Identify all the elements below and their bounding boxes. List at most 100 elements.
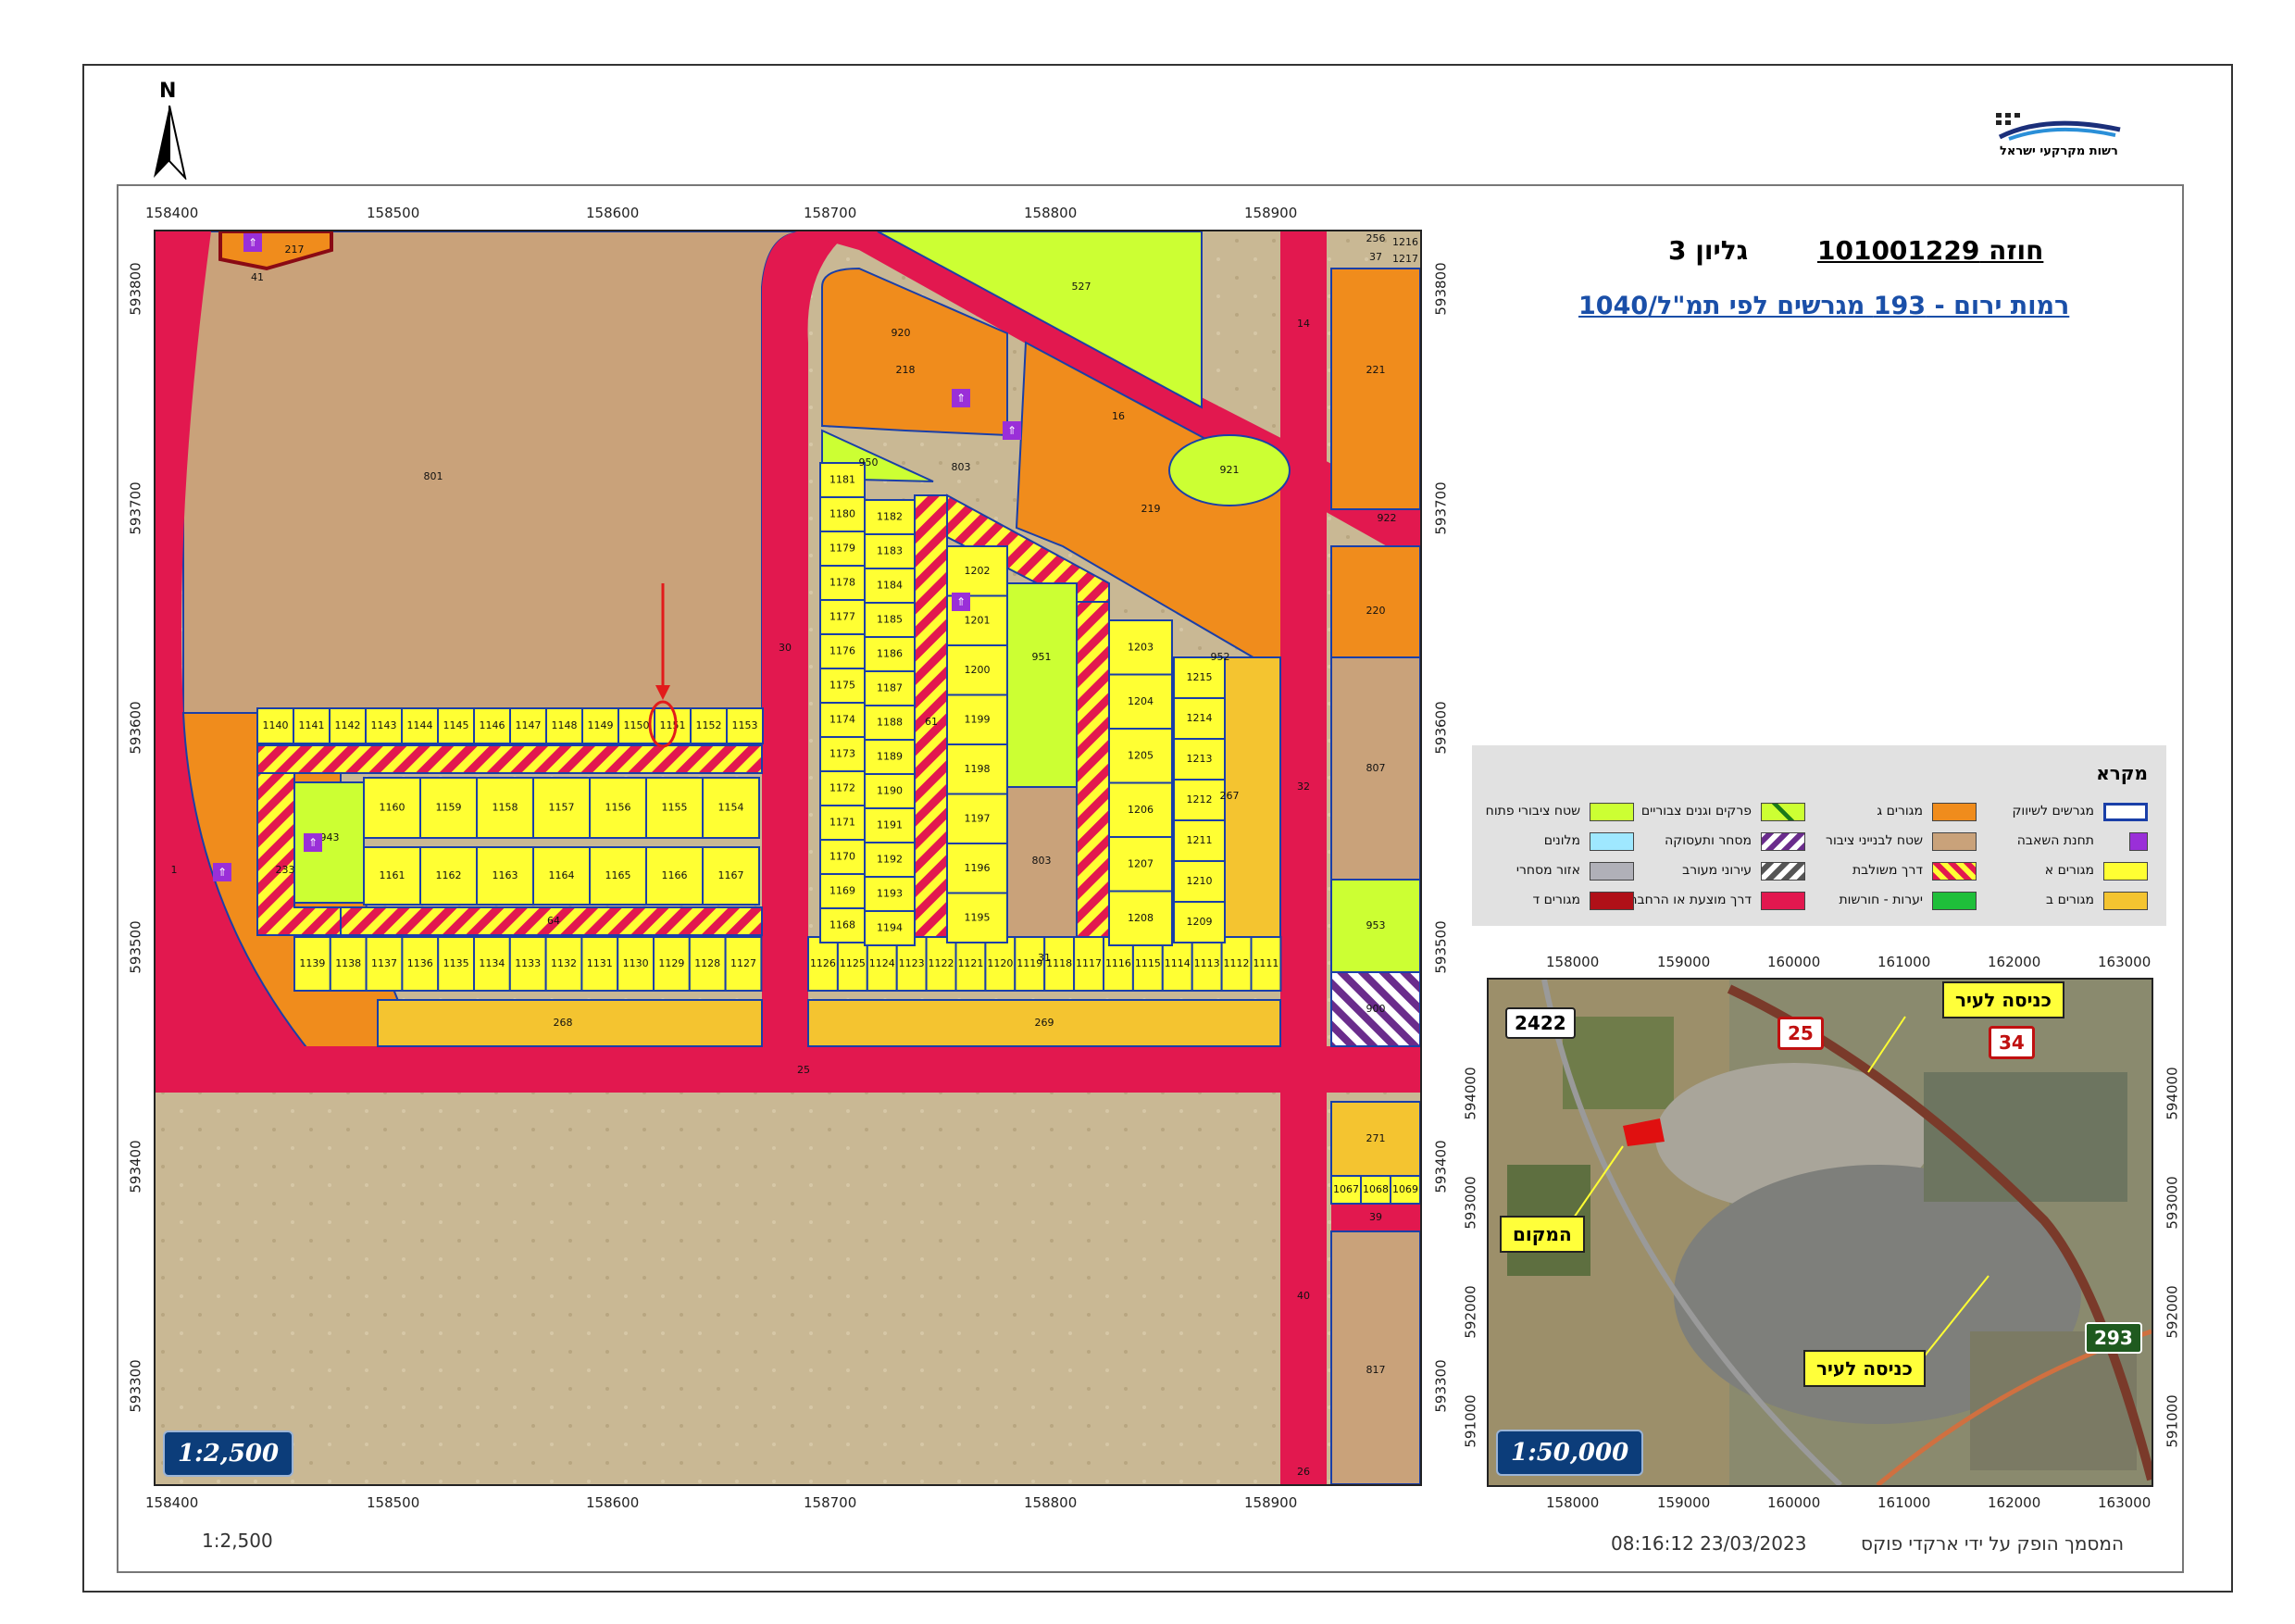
road-shield-34: 34	[1989, 1026, 2035, 1059]
legend-item: מסחר ותעסוקה	[1643, 831, 1805, 855]
lot-label: 1141	[299, 719, 325, 731]
parcel-label: 922	[1378, 512, 1397, 524]
y-tick: 593400	[127, 1140, 144, 1193]
lot-label: 1174	[829, 714, 855, 726]
lot-label: 1171	[829, 817, 855, 829]
lot-label: 1115	[1135, 957, 1161, 969]
y-tick: 593600	[127, 701, 144, 755]
inset-scale-badge: 1:50,000	[1496, 1430, 1644, 1476]
inset-x-tick: 160000	[1767, 954, 1821, 970]
legend-label: מגורים ג	[1877, 804, 1923, 818]
parcel-label: 921	[1220, 464, 1240, 476]
plan-map-canvas[interactable]: 1140 1141 1142 1143 1144 1145 1146 1147 1148 1149…	[156, 231, 1420, 1484]
parcel-817[interactable]	[1330, 1230, 1420, 1484]
inset-x-tick-bottom: 160000	[1767, 1494, 1821, 1511]
legend-swatch	[1761, 803, 1805, 821]
parcel-951[interactable]	[1006, 582, 1078, 788]
lot-label: 1148	[552, 719, 578, 731]
location-inset-map[interactable]: כניסה לעיר כניסה לעיר המקום 2422 25 34 2…	[1487, 978, 2153, 1487]
plan-subtitle[interactable]: רמות ירום - 193 מגרשים לפי תמ"ל/1040	[1578, 292, 2069, 320]
lot-label: 1112	[1224, 957, 1250, 969]
lot-label: 1163	[493, 869, 518, 881]
lot-label: 1121	[957, 957, 983, 969]
parcel-label: 269	[1035, 1017, 1054, 1029]
svg-text:⇑: ⇑	[956, 392, 966, 405]
pump-station-icon: ⇑	[952, 593, 970, 611]
parcel-label: 953	[1366, 919, 1386, 931]
north-arrow-icon	[154, 106, 187, 180]
legend-swatch	[1761, 832, 1805, 851]
legend-label: מגורים ד	[1532, 893, 1580, 907]
x-tick: 158900	[1244, 205, 1298, 221]
lot-label: 1135	[443, 957, 469, 969]
y-tick-right: 593700	[1432, 481, 1450, 535]
sheet-label: גליון 3	[1668, 235, 1749, 266]
main-plan-map[interactable]: 1140 1141 1142 1143 1144 1145 1146 1147 1148 1149…	[154, 230, 1422, 1486]
lot-label: 1132	[551, 957, 577, 969]
parcel-221[interactable]	[1330, 268, 1420, 510]
x-tick-bottom: 158600	[586, 1494, 640, 1511]
inset-aerial[interactable]	[1489, 980, 2152, 1485]
road-combined-v2[interactable]	[1076, 601, 1110, 945]
contract-label: חוזה 101001229	[1817, 235, 2044, 266]
road-25[interactable]	[156, 1046, 1420, 1093]
lot-label: 1186	[877, 648, 903, 660]
lot-label: 1139	[299, 957, 325, 969]
lot-label: 1202	[965, 565, 991, 577]
legend-item: מגרשים לשיווק	[1986, 801, 2148, 825]
parcel-label: 64	[547, 915, 560, 927]
legend-label: תחנת השאבה	[2016, 833, 2094, 848]
parcel-label: 39	[1369, 1211, 1382, 1223]
lot-label: 1157	[549, 802, 575, 814]
lot-label: 1137	[371, 957, 397, 969]
lot-label: 1192	[877, 854, 903, 866]
footer-produced-by: המסמך הופק על ידי ארקדי פוקס	[1861, 1532, 2125, 1555]
parcel-label: 950	[859, 456, 879, 468]
lot-label: 1189	[877, 751, 903, 763]
lot-label: 1214	[1187, 712, 1213, 724]
lot-label: 1133	[515, 957, 541, 969]
legend-item: דרך משולבת	[1815, 860, 1977, 884]
legend-item: מלונים	[1472, 831, 1634, 855]
parcel-label: 31	[1038, 952, 1051, 964]
parcel-label: 41	[251, 271, 264, 283]
lot-label: 1184	[877, 580, 903, 592]
lot-label: 1067	[1333, 1183, 1359, 1195]
road-combined-h[interactable]	[256, 744, 763, 774]
footer-scale: 1:2,500	[202, 1530, 273, 1552]
footer-timestamp: 08:16:12 23/03/2023	[1611, 1532, 1807, 1555]
parcel-label: 267	[1220, 790, 1240, 802]
legend-item: שטח לבנייני ציבור	[1815, 831, 1977, 855]
parcel-label: 803	[1032, 855, 1052, 867]
parcel-label: 40	[1297, 1290, 1310, 1302]
lot-label: 1149	[588, 719, 614, 731]
parcel-801[interactable]	[182, 231, 804, 714]
legend-swatch	[1590, 803, 1634, 821]
lot-label: 1197	[965, 812, 991, 824]
lot-label: 1206	[1128, 804, 1154, 816]
lot-label: 1123	[899, 957, 925, 969]
lot-label: 1164	[549, 869, 575, 881]
svg-text:⇑: ⇑	[308, 836, 318, 849]
inset-y-tick-right: 592000	[2164, 1285, 2181, 1339]
pump-station-icon: ⇑	[243, 233, 262, 252]
road-shield-2422: 2422	[1505, 1007, 1576, 1039]
inset-y-tick-right: 594000	[2164, 1067, 2181, 1120]
x-tick-bottom: 158400	[145, 1494, 199, 1511]
lot-label: 1155	[662, 802, 688, 814]
parcel-label: 256	[1366, 232, 1386, 244]
parcel-label: 37	[1369, 251, 1382, 263]
lot-label: 1187	[877, 682, 903, 694]
legend-swatch	[1932, 862, 1977, 881]
parcel-220[interactable]	[1330, 545, 1420, 658]
inset-x-tick-bottom: 158000	[1546, 1494, 1600, 1511]
lot-label: 1185	[877, 614, 903, 626]
lot-label: 1134	[479, 957, 505, 969]
entrance-callout-bottom: כניסה לעיר	[1803, 1350, 1926, 1387]
legend-label: מגורים ב	[2046, 893, 2094, 907]
parcel-label: 220	[1366, 605, 1386, 617]
legend-swatch	[1932, 803, 1977, 821]
logo-icon	[1996, 113, 2121, 141]
lot-label: 1198	[965, 763, 991, 775]
parcel-label: 1216	[1392, 236, 1418, 248]
